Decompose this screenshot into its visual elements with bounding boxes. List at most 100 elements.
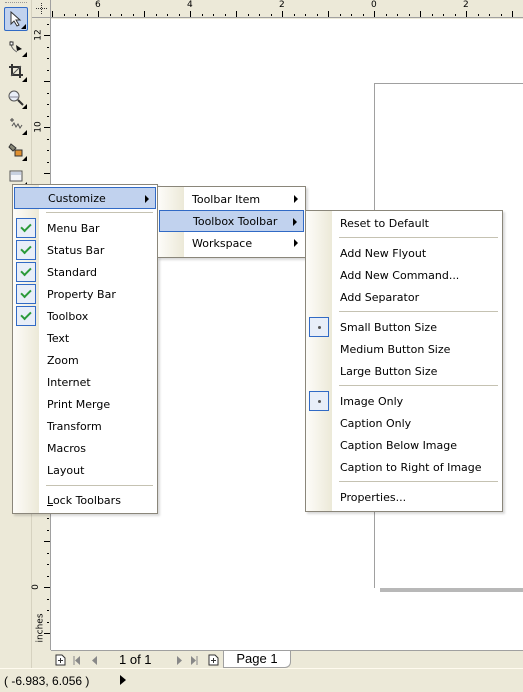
ruler-tick [156, 14, 157, 16]
ruler-tick [179, 14, 180, 16]
ruler-tick [44, 587, 50, 588]
ruler-tick [47, 599, 49, 600]
menu-item-reset-to-default[interactable]: Reset to Default [307, 212, 501, 234]
ruler-tick [248, 14, 249, 16]
checkmark-icon [16, 306, 36, 326]
menu-item-label: Macros [47, 441, 87, 455]
ruler-origin[interactable] [32, 0, 51, 18]
ruler-label: 0 [371, 0, 377, 10]
menu-item-text[interactable]: Text [14, 327, 156, 349]
menu-item-label: Internet [47, 375, 91, 389]
ruler-label: 0 [30, 584, 41, 590]
menu-item-label: Lock Toolbars [47, 494, 121, 507]
ruler-tick [47, 530, 49, 531]
menu-item-customize[interactable]: Customize [14, 187, 156, 209]
menu-item-medium-button-size[interactable]: Medium Button Size [307, 338, 501, 360]
menu-item-layout[interactable]: Layout [14, 459, 156, 481]
ruler-tick [294, 14, 295, 16]
ruler-origin-icon [35, 3, 47, 14]
ruler-tick [478, 14, 479, 16]
menu-item-caption-below-image[interactable]: Caption Below Image [307, 434, 501, 456]
menu-item-workspace[interactable]: Workspace [159, 232, 304, 254]
cursor-coordinates: ( -6.983, 6.056 ) [4, 674, 90, 688]
ruler-tick [466, 11, 467, 17]
ruler-tick [133, 14, 134, 16]
previous-page-button[interactable] [88, 652, 100, 668]
ruler-tick [512, 11, 513, 17]
checkmark-icon [16, 262, 36, 282]
zoom-tool-button[interactable] [4, 86, 28, 110]
menu-item-lock-toolbars[interactable]: Lock Toolbars [14, 489, 156, 511]
ruler-tick [47, 116, 49, 117]
page-shadow [380, 588, 523, 592]
ruler-tick [47, 70, 49, 71]
menu-item-properties[interactable]: Properties... [307, 486, 501, 508]
menu-item-print-merge[interactable]: Print Merge [14, 393, 156, 415]
menu-item-zoom[interactable]: Zoom [14, 349, 156, 371]
ruler-tick [501, 14, 502, 16]
crop-tool-button[interactable] [4, 59, 28, 83]
add-page-before-button[interactable] [53, 652, 67, 668]
horizontal-ruler[interactable]: 6 4 2 0 2 [51, 0, 523, 18]
menu-item-caption-to-right-of-image[interactable]: Caption to Right of Image [307, 456, 501, 478]
status-expand-arrow-icon[interactable] [120, 675, 126, 685]
ruler-tick [202, 14, 203, 16]
ruler-tick [47, 610, 49, 611]
ruler-label: 2 [463, 0, 469, 10]
menu-separator [339, 311, 498, 312]
menu-item-image-only[interactable]: Image Only [307, 390, 501, 412]
ruler-tick [328, 11, 329, 17]
menu-item-standard[interactable]: Standard [14, 261, 156, 283]
menu-item-macros[interactable]: Macros [14, 437, 156, 459]
menu-item-label: Transform [47, 419, 102, 433]
submenu-arrow-icon [145, 195, 149, 203]
menu-item-toolbar-item[interactable]: Toolbar Item [159, 188, 304, 210]
ruler-tick [47, 47, 49, 48]
menu-item-add-new-command[interactable]: Add New Command... [307, 264, 501, 286]
pick-tool-button[interactable] [4, 7, 28, 31]
menu-item-internet[interactable]: Internet [14, 371, 156, 393]
menu-item-label: Status Bar [47, 243, 105, 257]
menu-item-label: Toolbar Item [192, 192, 261, 206]
checkmark-icon [16, 218, 36, 238]
freehand-tool-button[interactable] [4, 112, 28, 136]
ruler-units-label: inches [35, 613, 46, 643]
flyout-indicator [22, 130, 27, 135]
menu-item-large-button-size[interactable]: Large Button Size [307, 360, 501, 382]
menu-item-menu-bar[interactable]: Menu Bar [14, 217, 156, 239]
menu-item-property-bar[interactable]: Property Bar [14, 283, 156, 305]
ruler-tick [409, 14, 410, 16]
last-page-icon [191, 655, 198, 665]
ruler-tick [432, 14, 433, 16]
menu-item-label: Toolbox Toolbar [193, 214, 278, 228]
menu-item-label: Menu Bar [47, 221, 100, 235]
menu-item-small-button-size[interactable]: Small Button Size [307, 316, 501, 338]
menu-item-caption-only[interactable]: Caption Only [307, 412, 501, 434]
ruler-tick [44, 127, 50, 128]
ruler-tick [443, 14, 444, 16]
menu-item-label: Workspace [192, 236, 253, 250]
ruler-tick [47, 58, 49, 59]
menu-item-toolbox[interactable]: Toolbox [14, 305, 156, 327]
first-page-button[interactable] [71, 652, 83, 668]
menu-item-label: Add Separator [340, 290, 420, 304]
next-page-button[interactable] [174, 652, 186, 668]
menu-item-status-bar[interactable]: Status Bar [14, 239, 156, 261]
smart-fill-tool-button[interactable] [4, 138, 28, 162]
menu-separator [46, 485, 153, 486]
toolbox-grip[interactable] [5, 2, 27, 4]
menu-item-transform[interactable]: Transform [14, 415, 156, 437]
shape-tool-button[interactable] [4, 34, 28, 58]
menu-item-toolbox-toolbar[interactable]: Toolbox Toolbar [159, 210, 304, 232]
toolbox-toolbar-submenu: Reset to Default Add New Flyout Add New Co… [305, 210, 503, 512]
menu-item-label: Reset to Default [340, 216, 429, 230]
page-tab[interactable]: Page 1 [223, 651, 291, 668]
ruler-tick [47, 139, 49, 140]
add-page-after-button[interactable] [206, 652, 220, 668]
menu-item-add-separator[interactable]: Add Separator [307, 286, 501, 308]
page-navigator: 1 of 1 Page 1 [51, 650, 523, 668]
menu-item-add-new-flyout[interactable]: Add New Flyout [307, 242, 501, 264]
first-page-icon [73, 655, 80, 665]
last-page-button[interactable] [188, 652, 200, 668]
menu-item-label: Properties... [340, 490, 407, 504]
